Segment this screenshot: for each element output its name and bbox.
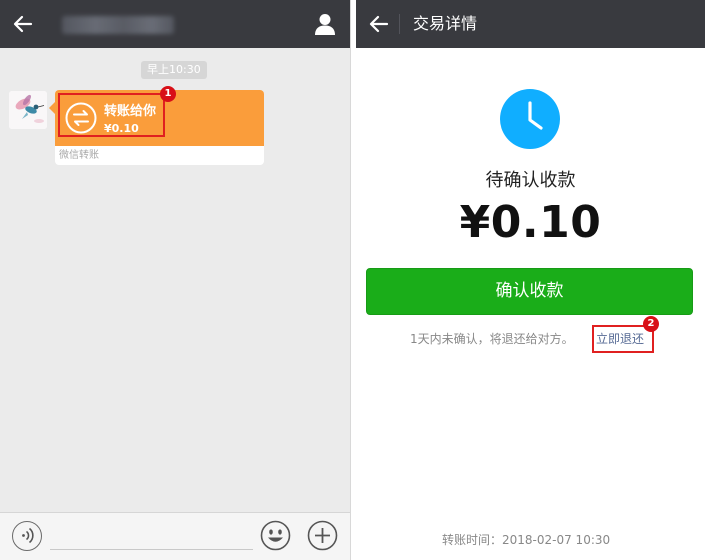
bubble-caret [49, 102, 55, 114]
more-button[interactable] [307, 520, 338, 551]
voice-icon [22, 527, 34, 544]
contact-info-button[interactable] [313, 12, 337, 36]
message-timestamp: 早上10:30 [141, 61, 207, 79]
back-button[interactable] [366, 12, 392, 36]
chat-input-bar [0, 512, 350, 560]
annotation-step-badge: 1 [160, 86, 176, 102]
payment-status: 待确认收款 [485, 170, 576, 191]
transfer-time: 转账时间：2018-02-07 10:30 [442, 533, 611, 547]
sender-avatar[interactable] [9, 91, 47, 129]
chat-screen: 早上10:30 转账给你 ¥0.10 微信转账 1 [0, 0, 351, 560]
refund-now-link[interactable]: 立即退还 [596, 330, 644, 348]
transaction-detail-screen: 交易详情 待确认收款 ¥0.10 确认收款 1天内未确认，将退还给对方。 立即退… [356, 0, 705, 560]
emoji-icon [260, 520, 291, 551]
arrow-left-icon [13, 15, 33, 33]
transfer-bubble-header: 转账给你 ¥0.10 [55, 90, 264, 146]
payment-amount: ¥0.10 [459, 197, 602, 248]
screenshot-pair: 早上10:30 转账给你 ¥0.10 微信转账 1 交易详情 待确认收款 ¥0.… [0, 0, 705, 560]
emoji-button[interactable] [260, 520, 291, 551]
clock-icon [500, 89, 560, 149]
refund-notice: 1天内未确认，将退还给对方。 [410, 332, 574, 346]
transfer-arrows-icon [65, 102, 97, 134]
back-button[interactable] [10, 12, 36, 36]
transfer-amount: ¥0.10 [104, 122, 139, 135]
chat-top-bar [0, 0, 350, 48]
arrow-left-icon [369, 15, 389, 33]
transfer-message-bubble[interactable]: 转账给你 ¥0.10 微信转账 [55, 90, 264, 165]
detail-top-bar: 交易详情 [356, 0, 705, 48]
hummingbird-avatar-image [9, 91, 47, 129]
page-title: 交易详情 [413, 14, 478, 33]
voice-button[interactable] [12, 521, 42, 551]
plus-icon [307, 520, 338, 551]
confirm-receipt-button[interactable]: 确认收款 [366, 268, 693, 315]
annotation-step-badge: 2 [643, 316, 659, 332]
transfer-title: 转账给你 [104, 104, 157, 119]
message-input[interactable] [50, 549, 253, 550]
top-bar-divider [399, 14, 400, 34]
person-icon [315, 14, 335, 35]
transfer-source-label: 微信转账 [59, 150, 99, 161]
contact-name-blurred [62, 16, 174, 34]
